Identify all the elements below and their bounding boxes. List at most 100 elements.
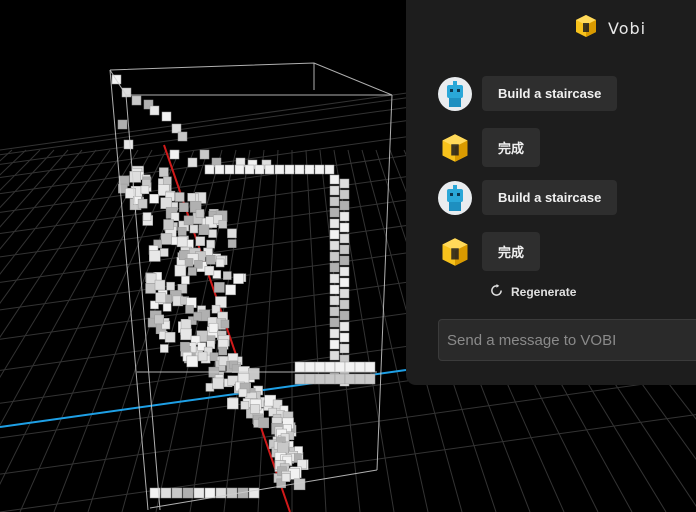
voxel	[162, 303, 172, 312]
voxel	[187, 157, 198, 168]
voxel	[195, 236, 206, 246]
voxel	[339, 211, 350, 222]
voxel	[212, 377, 224, 390]
voxel	[329, 229, 340, 240]
voxel	[329, 328, 340, 339]
voxel	[163, 219, 174, 230]
voxel	[329, 339, 340, 350]
grid-line	[0, 149, 13, 162]
voxel	[195, 209, 205, 218]
voxel	[226, 487, 238, 499]
voxel	[329, 218, 340, 229]
voxel	[304, 164, 315, 175]
voxel	[248, 368, 260, 380]
voxel	[171, 487, 183, 499]
voxel	[224, 164, 235, 175]
voxel	[329, 185, 340, 196]
voxel	[180, 341, 190, 352]
voxel	[149, 250, 161, 262]
voxel	[339, 255, 350, 266]
voxel	[294, 373, 306, 385]
voxel	[169, 149, 180, 160]
voxel	[234, 164, 245, 175]
voxel	[344, 361, 356, 373]
brand-header: Vobi	[574, 14, 646, 43]
voxel	[314, 373, 326, 385]
voxel	[329, 240, 340, 251]
voxel	[329, 196, 340, 207]
voxel	[208, 322, 219, 333]
voxel	[160, 344, 169, 353]
voxel	[274, 164, 285, 175]
voxel	[339, 178, 350, 189]
voxel	[160, 197, 172, 209]
voxel	[244, 164, 255, 175]
voxel-model[interactable]	[111, 74, 376, 499]
voxel	[339, 189, 350, 200]
voxel	[264, 164, 275, 175]
voxel	[284, 164, 295, 175]
voxel	[329, 317, 340, 328]
voxel	[214, 282, 225, 293]
voxel	[329, 350, 340, 361]
voxel	[189, 224, 199, 234]
voxel	[208, 229, 217, 238]
voxel	[164, 332, 176, 343]
voxel	[206, 239, 215, 249]
voxel	[339, 222, 350, 233]
voxel	[218, 220, 228, 229]
voxel	[339, 288, 350, 299]
robot-avatar-icon	[438, 76, 472, 111]
voxel	[204, 164, 215, 175]
chat-panel: Vobi Build a staircase 完成 Build a stairc…	[406, 0, 696, 385]
voxel	[129, 171, 141, 183]
voxel	[223, 271, 232, 280]
voxel	[182, 487, 194, 499]
voxel	[145, 273, 157, 284]
cube-logo-icon	[574, 14, 598, 43]
voxel	[214, 164, 225, 175]
voxel	[171, 123, 182, 134]
voxel	[176, 236, 188, 248]
robot-avatar-icon	[438, 180, 472, 215]
voxel	[185, 305, 194, 314]
cube-bot-icon	[438, 131, 472, 165]
voxel	[258, 417, 269, 429]
voxel	[329, 262, 340, 273]
voxel	[218, 346, 227, 356]
message-input[interactable]	[438, 319, 696, 361]
voxel	[354, 361, 366, 373]
refresh-icon	[490, 284, 503, 300]
voxel	[131, 95, 142, 106]
voxel	[339, 299, 350, 310]
voxel	[177, 131, 188, 142]
message-bubble: Build a staircase	[482, 76, 618, 111]
voxel	[254, 164, 265, 175]
voxel	[324, 164, 335, 175]
regenerate-label: Regenerate	[511, 285, 577, 299]
voxel	[206, 255, 216, 265]
voxel	[149, 194, 159, 204]
voxel	[334, 361, 346, 373]
voxel	[339, 332, 350, 343]
voxel	[364, 361, 376, 373]
app-root: Vobi Build a staircase 完成 Build a stairc…	[0, 0, 696, 512]
voxel	[233, 273, 244, 284]
voxel	[334, 373, 346, 385]
voxel	[225, 284, 236, 296]
voxel	[154, 314, 165, 325]
voxel	[329, 295, 340, 306]
voxel	[174, 192, 185, 202]
voxel	[193, 312, 202, 321]
voxel	[186, 355, 199, 368]
voxel	[339, 233, 350, 244]
voxel	[183, 215, 194, 226]
regenerate-button[interactable]: Regenerate	[490, 284, 576, 300]
voxel	[160, 487, 172, 499]
voxel	[163, 176, 172, 186]
voxel	[160, 233, 173, 245]
message-bubble: 完成	[482, 232, 541, 271]
voxel	[339, 321, 350, 332]
voxel	[187, 192, 196, 202]
voxel	[304, 361, 316, 373]
